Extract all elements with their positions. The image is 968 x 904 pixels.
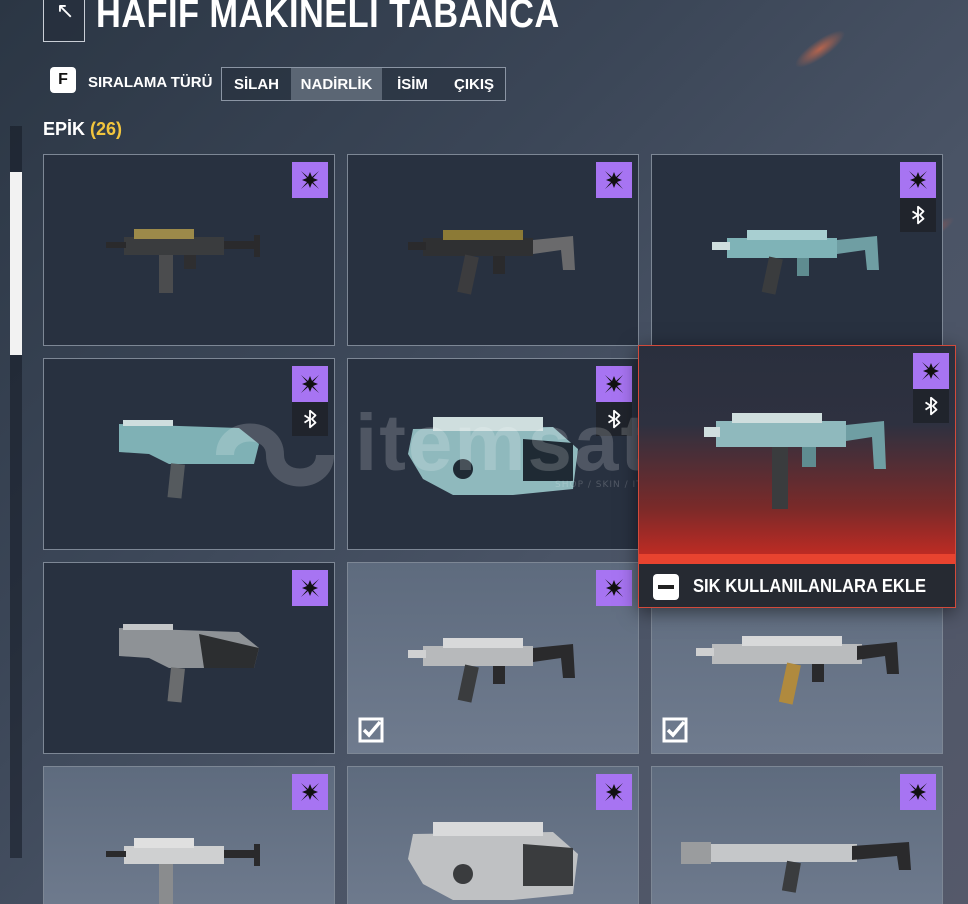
- variant-badge: [900, 198, 936, 232]
- rarity-highlight-bar: [639, 554, 955, 564]
- smg-mp7-camo-image: [106, 837, 260, 904]
- minus-key-icon: [653, 573, 679, 600]
- epic-x-icon: [906, 168, 930, 192]
- add-to-favorites-button[interactable]: SIK KULLANILANLARA EKLE: [639, 564, 955, 607]
- epic-x-icon: [906, 780, 930, 804]
- equipped-check-icon: [662, 717, 688, 743]
- smg-p90-camo-image: [408, 821, 578, 900]
- epic-x-icon: [602, 576, 626, 600]
- epic-rarity-badge: [900, 774, 936, 810]
- smg-mp5k-teal-image: [712, 230, 879, 295]
- smg-sterling-camo-image: [681, 841, 911, 893]
- epic-rarity-badge: [292, 162, 328, 198]
- sort-option-weapon[interactable]: SİLAH: [222, 68, 291, 100]
- variant-icon: [603, 408, 625, 430]
- epic-rarity-badge: [292, 366, 328, 402]
- variant-badge: [292, 402, 328, 436]
- weapon-skin-card[interactable]: [651, 766, 943, 904]
- sort-label: SIRALAMA TÜRÜ: [88, 74, 213, 91]
- weapon-skin-card[interactable]: [347, 562, 639, 754]
- variant-icon: [907, 204, 929, 226]
- epic-x-icon: [298, 168, 322, 192]
- smg-mp5k-camo-image: [408, 638, 575, 703]
- hovered-weapon-card[interactable]: SIK KULLANILANLARA EKLE: [638, 345, 956, 608]
- section-title: EPİK (26): [43, 119, 122, 140]
- smg-fmg-camo-image: [119, 624, 259, 703]
- sort-option-rarity[interactable]: NADİRLİK: [291, 68, 382, 100]
- variant-badge: [913, 389, 949, 423]
- epic-x-icon: [602, 168, 626, 192]
- weapon-skin-card[interactable]: [347, 766, 639, 904]
- epic-rarity-badge: [596, 366, 632, 402]
- weapon-skin-card[interactable]: [347, 154, 639, 346]
- smg-mp5-camo-image: [696, 636, 899, 705]
- page-title: HAFİF MAKİNELİ TABANCA: [96, 0, 560, 36]
- section-count: (26): [90, 119, 123, 139]
- epic-rarity-badge: [913, 353, 949, 389]
- sort-options: SİLAH NADİRLİK İSİM ÇIKIŞ: [221, 67, 506, 101]
- variant-icon: [920, 395, 942, 417]
- smg-compact-gold-image: [106, 229, 260, 293]
- back-arrow-icon: ↖: [56, 0, 75, 24]
- weapon-skin-card[interactable]: [651, 154, 943, 346]
- variant-badge: [596, 402, 632, 436]
- epic-x-icon: [298, 576, 322, 600]
- epic-rarity-badge: [596, 162, 632, 198]
- equipped-check-icon: [358, 717, 384, 743]
- weapon-skin-card[interactable]: [43, 562, 335, 754]
- sort-option-name[interactable]: İSİM: [382, 68, 443, 100]
- epic-rarity-badge: [596, 570, 632, 606]
- epic-rarity-badge: [292, 774, 328, 810]
- epic-rarity-badge: [292, 570, 328, 606]
- back-button[interactable]: ↖: [43, 0, 85, 42]
- sort-key-hint: F: [50, 67, 76, 93]
- weapon-skin-card[interactable]: [43, 358, 335, 550]
- add-to-favorites-label: SIK KULLANILANLARA EKLE: [693, 576, 927, 596]
- smg-mp5k-gold-image: [408, 230, 575, 295]
- epic-x-icon: [298, 372, 322, 396]
- smg-ump-teal-image: [704, 412, 886, 509]
- epic-x-icon: [602, 780, 626, 804]
- section-name: EPİK: [43, 119, 86, 139]
- epic-x-icon: [298, 780, 322, 804]
- smg-fmg-teal-image: [119, 420, 259, 499]
- epic-rarity-badge: [900, 162, 936, 198]
- weapon-skin-card[interactable]: [347, 358, 639, 550]
- weapon-skin-card[interactable]: [43, 154, 335, 346]
- epic-x-icon: [919, 359, 943, 383]
- scrollbar-thumb[interactable]: [10, 172, 22, 355]
- weapon-skin-card[interactable]: [43, 766, 335, 904]
- epic-x-icon: [602, 372, 626, 396]
- smg-p90-teal-image: [408, 417, 578, 495]
- variant-icon: [299, 408, 321, 430]
- sort-option-release[interactable]: ÇIKIŞ: [443, 68, 505, 100]
- epic-rarity-badge: [596, 774, 632, 810]
